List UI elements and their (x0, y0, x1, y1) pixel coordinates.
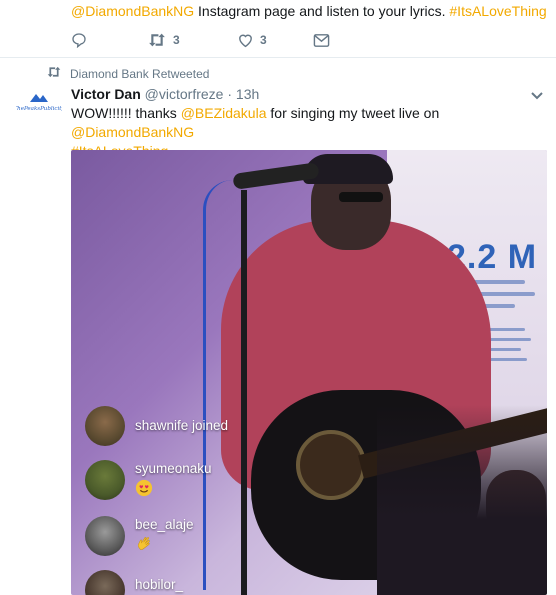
direct-message-icon (313, 33, 330, 48)
tweet-text-segment: WOW!!!!!! thanks (71, 105, 181, 121)
microphone (232, 162, 320, 190)
tweet-video[interactable]: 2.2 M shawnife joined syumeonaku bee_ala… (71, 150, 547, 595)
timestamp-separator: · (223, 86, 236, 102)
live-comment-body: bee_alaje (135, 516, 194, 557)
live-comment: hobilor_ (85, 570, 183, 595)
avatar[interactable] (85, 516, 125, 556)
retweet-context[interactable]: Diamond Bank Retweeted (46, 66, 209, 81)
direct-message-button[interactable] (313, 33, 330, 48)
hashtag-link[interactable]: #ItsALoveThing (449, 3, 546, 19)
live-comment-username: bee_alaje (135, 517, 194, 532)
heart-eyes-emoji (135, 479, 212, 501)
reply-icon (71, 32, 87, 48)
shadow-overlay (377, 405, 547, 595)
tweet-text-segment: Instagram page and listen to your lyrics… (194, 3, 450, 19)
retweet-count: 3 (173, 33, 180, 47)
mention-link[interactable]: @DiamondBankNG (71, 124, 194, 140)
performer-sunglasses (339, 192, 383, 202)
microphone-stand (241, 190, 247, 595)
live-comment-body: syumeonaku (135, 460, 212, 501)
retweeted-by-label: Diamond Bank Retweeted (70, 66, 210, 81)
author-handle[interactable]: @victorfreze (145, 86, 224, 102)
retweet-button[interactable]: 3 (147, 32, 237, 48)
reply-button[interactable] (71, 32, 147, 48)
tweet-text-segment: for singing my tweet live on (266, 105, 440, 121)
live-comment-text: hobilor_ (135, 577, 184, 592)
live-comment: syumeonaku (85, 460, 212, 501)
mention-link[interactable]: @DiamondBankNG (71, 3, 194, 19)
timestamp[interactable]: 13h (236, 86, 259, 102)
tweet-actions: 3 3 (71, 30, 330, 50)
mention-link[interactable]: @BEZidakula (181, 105, 267, 121)
tweet-header: Victor Dan @victorfreze · 13h (71, 85, 259, 103)
avatar[interactable] (85, 460, 125, 500)
retweet-icon (46, 66, 62, 81)
svg-text:ThePeaksPublicity: ThePeaksPublicity (16, 106, 62, 112)
like-count: 3 (260, 33, 267, 47)
waving-hand-emoji (135, 535, 194, 557)
like-button[interactable]: 3 (237, 32, 313, 48)
live-comment-text: shawnife joined (135, 418, 229, 433)
live-comment: shawnife joined (85, 406, 228, 446)
previous-tweet-text: @DiamondBankNG Instagram page and listen… (71, 2, 547, 20)
avatar[interactable] (85, 570, 125, 595)
guitar-soundhole (296, 430, 366, 500)
tweet[interactable]: Diamond Bank Retweeted ThePeaksPublicity… (0, 58, 556, 595)
live-comment: bee_alaje (85, 516, 194, 557)
peaks-publicity-logo: ThePeaksPublicity (16, 94, 62, 112)
previous-tweet: @DiamondBankNG Instagram page and listen… (0, 0, 556, 58)
like-icon (237, 32, 254, 48)
author-name[interactable]: Victor Dan (71, 86, 141, 102)
live-comment-username: syumeonaku (135, 461, 212, 476)
retweet-icon (147, 32, 167, 48)
chevron-down-icon (530, 88, 544, 105)
avatar[interactable] (85, 406, 125, 446)
avatar[interactable]: ThePeaksPublicity (16, 88, 62, 116)
